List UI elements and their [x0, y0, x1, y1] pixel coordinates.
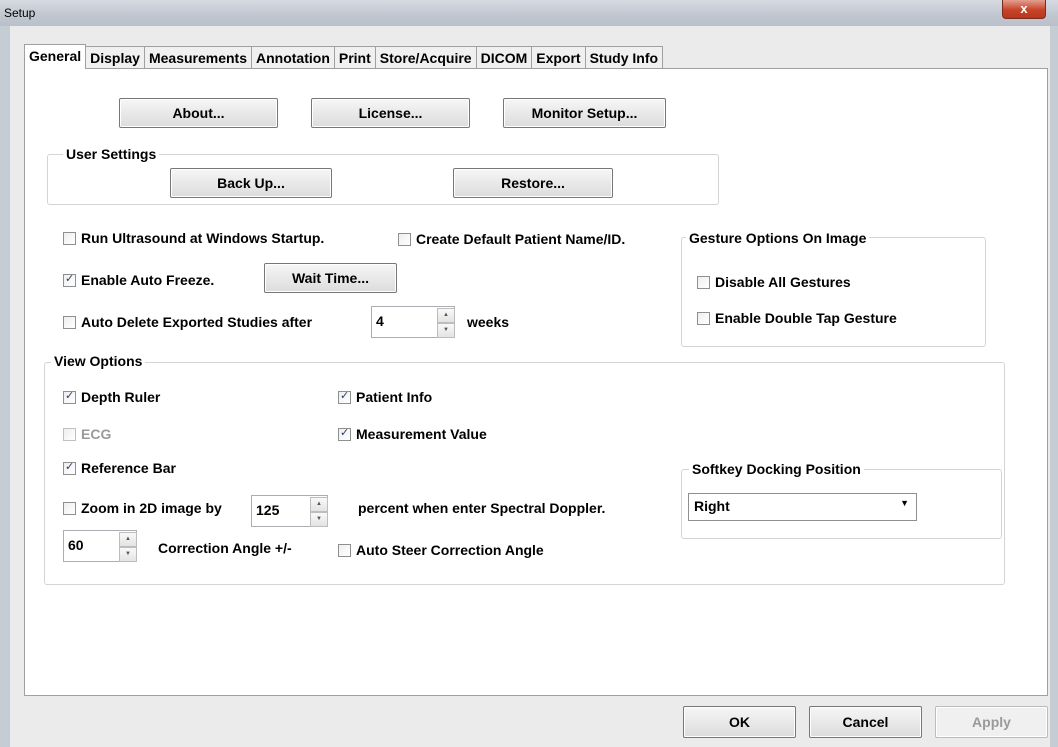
gesture-options-title: Gesture Options On Image: [686, 230, 870, 246]
disable-all-gestures-checkbox[interactable]: Disable All Gestures: [697, 274, 851, 290]
spin-down-icon[interactable]: ▼: [119, 547, 137, 562]
zoom-suffix-label: percent when enter Spectral Doppler.: [358, 500, 606, 516]
wait-time-button[interactable]: Wait Time...: [264, 263, 397, 293]
patient-info-checkbox[interactable]: Patient Info: [338, 389, 432, 405]
default-patient-label: Create Default Patient Name/ID.: [416, 231, 626, 247]
correction-angle-value[interactable]: 60: [68, 537, 84, 553]
auto-delete-weeks-value[interactable]: 4: [376, 313, 384, 329]
auto-steer-checkbox[interactable]: Auto Steer Correction Angle: [338, 542, 544, 558]
cancel-button[interactable]: Cancel: [809, 706, 922, 738]
softkey-docking-select[interactable]: Right ▼: [688, 493, 917, 521]
patient-info-label: Patient Info: [356, 389, 433, 405]
license-button[interactable]: License...: [311, 98, 470, 128]
ok-button[interactable]: OK: [683, 706, 796, 738]
chevron-down-icon[interactable]: ▼: [900, 498, 909, 508]
auto-steer-label: Auto Steer Correction Angle: [356, 542, 544, 558]
depth-ruler-label: Depth Ruler: [81, 389, 161, 405]
general-panel: About... License... Monitor Setup... Use…: [24, 68, 1048, 696]
checkbox-unchecked-icon: [697, 275, 710, 289]
double-tap-checkbox[interactable]: Enable Double Tap Gesture: [697, 310, 897, 326]
run-at-startup-label: Run Ultrasound at Windows Startup.: [81, 230, 325, 246]
auto-delete-checkbox[interactable]: Auto Delete Exported Studies after: [63, 314, 312, 330]
spinner-arrows: ▲ ▼: [310, 497, 328, 527]
softkey-docking-value: Right: [694, 498, 730, 514]
gesture-options-group: [681, 237, 986, 347]
back-up-button[interactable]: Back Up...: [170, 168, 332, 198]
softkey-docking-title: Softkey Docking Position: [689, 461, 864, 477]
zoom-2d-label: Zoom in 2D image by: [81, 500, 222, 516]
auto-delete-label: Auto Delete Exported Studies after: [81, 314, 313, 330]
auto-freeze-label: Enable Auto Freeze.: [81, 272, 215, 288]
weeks-label: weeks: [467, 314, 510, 330]
title-bar[interactable]: Setup x: [0, 0, 1058, 26]
close-button[interactable]: x: [1002, 0, 1046, 19]
window-frame-right: [1050, 26, 1058, 747]
checkbox-unchecked-icon: [398, 232, 411, 246]
checkbox-unchecked-icon: [63, 501, 76, 515]
user-settings-title: User Settings: [63, 146, 160, 162]
double-tap-label: Enable Double Tap Gesture: [715, 310, 897, 326]
monitor-setup-button[interactable]: Monitor Setup...: [503, 98, 666, 128]
tab-dicom[interactable]: DICOM: [475, 46, 533, 69]
spin-up-icon[interactable]: ▲: [310, 497, 328, 512]
default-patient-checkbox[interactable]: Create Default Patient Name/ID.: [398, 231, 625, 247]
zoom-percent-spinner[interactable]: 125 ▲ ▼: [251, 495, 328, 527]
spin-up-icon[interactable]: ▲: [437, 308, 455, 323]
apply-button[interactable]: Apply: [935, 706, 1048, 738]
spinner-arrows: ▲ ▼: [437, 308, 455, 338]
checkbox-unchecked-icon: [63, 231, 76, 245]
view-options-title: View Options: [51, 353, 146, 369]
zoom-percent-value[interactable]: 125: [256, 502, 279, 518]
restore-button[interactable]: Restore...: [453, 168, 613, 198]
zoom-2d-checkbox[interactable]: Zoom in 2D image by: [63, 500, 222, 516]
measurement-value-checkbox[interactable]: Measurement Value: [338, 426, 487, 442]
spin-down-icon[interactable]: ▼: [437, 323, 455, 338]
tab-export[interactable]: Export: [531, 46, 586, 69]
checkbox-checked-icon: [338, 426, 351, 441]
auto-delete-weeks-spinner[interactable]: 4 ▲ ▼: [371, 306, 455, 338]
ecg-label: ECG: [81, 426, 112, 442]
tab-display[interactable]: Display: [85, 46, 145, 69]
checkbox-unchecked-icon: [338, 543, 351, 557]
checkbox-unchecked-icon: [63, 315, 76, 329]
window-frame-left: [0, 26, 10, 747]
checkbox-unchecked-icon: [697, 311, 710, 325]
checkbox-disabled-icon: [63, 427, 76, 441]
reference-bar-checkbox[interactable]: Reference Bar: [63, 460, 176, 476]
tab-annotation[interactable]: Annotation: [251, 46, 335, 69]
spin-up-icon[interactable]: ▲: [119, 532, 137, 547]
tab-general[interactable]: General: [24, 44, 87, 69]
checkbox-checked-icon: [63, 389, 76, 404]
setup-window: Setup x General Display Measurements Ann…: [0, 0, 1058, 747]
tab-measurements[interactable]: Measurements: [143, 46, 252, 69]
about-button[interactable]: About...: [119, 98, 278, 128]
ecg-checkbox[interactable]: ECG: [63, 426, 111, 442]
tab-store-acquire[interactable]: Store/Acquire: [374, 46, 477, 69]
reference-bar-label: Reference Bar: [81, 460, 176, 476]
checkbox-checked-icon: [63, 460, 76, 475]
correction-angle-label: Correction Angle +/-: [158, 540, 292, 556]
auto-freeze-checkbox[interactable]: Enable Auto Freeze.: [63, 272, 214, 288]
run-at-startup-checkbox[interactable]: Run Ultrasound at Windows Startup.: [63, 230, 324, 246]
measurement-value-label: Measurement Value: [356, 426, 487, 442]
correction-angle-spinner[interactable]: 60 ▲ ▼: [63, 530, 137, 562]
tab-strip: General Display Measurements Annotation …: [24, 44, 664, 69]
tab-study-info[interactable]: Study Info: [584, 46, 664, 69]
depth-ruler-checkbox[interactable]: Depth Ruler: [63, 389, 160, 405]
spin-down-icon[interactable]: ▼: [310, 512, 328, 527]
checkbox-checked-icon: [338, 389, 351, 404]
tab-print[interactable]: Print: [333, 46, 376, 69]
window-title: Setup: [4, 6, 36, 20]
disable-all-gestures-label: Disable All Gestures: [715, 274, 851, 290]
checkbox-checked-icon: [63, 272, 76, 287]
spinner-arrows: ▲ ▼: [119, 532, 137, 562]
